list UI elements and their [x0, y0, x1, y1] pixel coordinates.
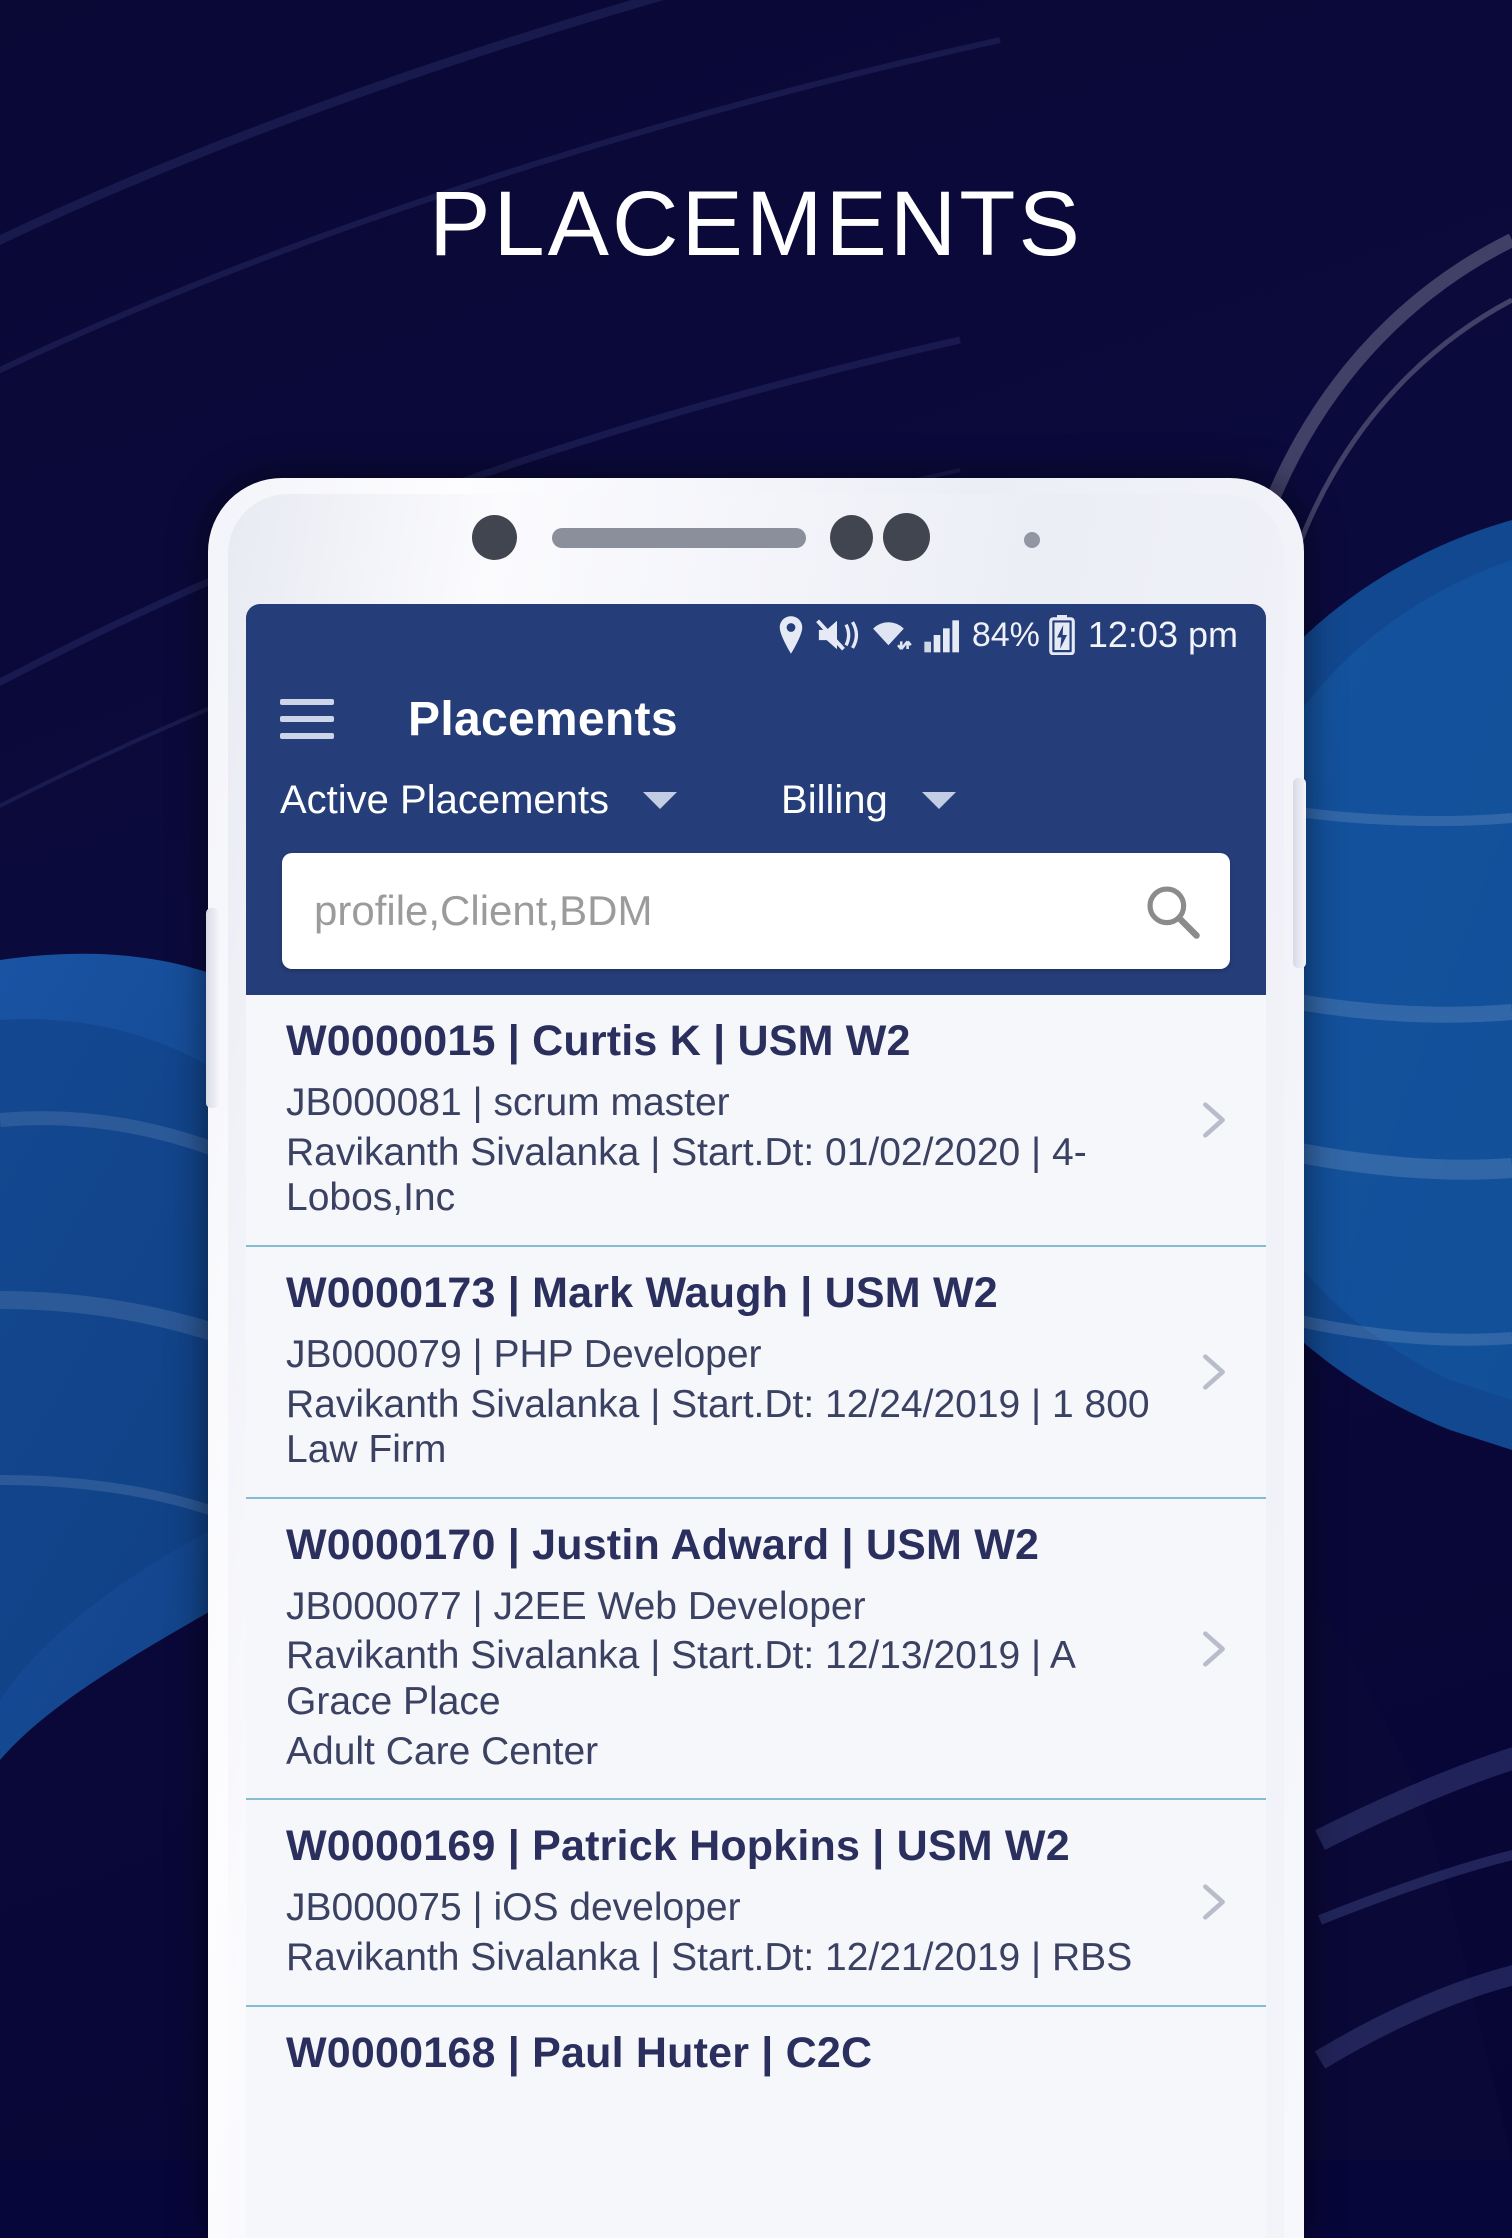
filter-status-dropdown[interactable]: Active Placements	[280, 778, 678, 823]
chevron-down-icon	[643, 792, 678, 809]
placement-detail-line: JB000079 | PHP Developer	[286, 1332, 762, 1376]
table-row[interactable]: W0000168 | Paul Huter | C2C	[246, 2006, 1266, 2078]
app-bar: Placements Active Placements Billing	[246, 666, 1266, 995]
phone-mockup: 84% 12:03 pm Placements Active Placement…	[206, 478, 1306, 2238]
volume-button[interactable]	[206, 908, 219, 1108]
placement-detail-line: Ravikanth Sivalanka | Start.Dt: 12/24/20…	[286, 1382, 1150, 1472]
wifi-icon	[868, 616, 914, 654]
search-box[interactable]	[282, 853, 1230, 969]
table-row[interactable]: W0000173 | Mark Waugh | USM W2 JB000079 |…	[246, 1246, 1266, 1499]
search-icon[interactable]	[1140, 879, 1204, 943]
placement-title: W0000168 | Paul Huter | C2C	[286, 2028, 873, 2077]
app-bar-top-row: Placements	[246, 666, 1266, 772]
front-camera-secondary-icon	[883, 513, 930, 561]
chevron-right-icon[interactable]	[1190, 1097, 1236, 1143]
placement-title: W0000015 | Curtis K | USM W2	[286, 1017, 911, 1065]
placements-list: W0000015 | Curtis K | USM W2 JB000081 | s…	[246, 995, 1266, 2078]
filter-row: Active Placements Billing	[246, 772, 1266, 823]
search-container	[246, 823, 1266, 969]
phone-top-bezel	[208, 478, 1304, 600]
proximity-sensor-icon	[472, 515, 517, 560]
placement-detail-line: Ravikanth Sivalanka | Start.Dt: 12/21/20…	[286, 1935, 1133, 1979]
page-title: PLACEMENTS	[429, 173, 1083, 275]
table-row[interactable]: W0000169 | Patrick Hopkins | USM W2 JB000…	[246, 1800, 1266, 2007]
chevron-right-icon[interactable]	[1190, 1349, 1236, 1395]
placement-title: W0000173 | Mark Waugh | USM W2	[286, 1268, 998, 1317]
power-button[interactable]	[1293, 778, 1306, 968]
status-bar-clock: 12:03 pm	[1087, 614, 1238, 655]
status-bar: 84% 12:03 pm	[246, 604, 1266, 666]
phone-screen: 84% 12:03 pm Placements Active Placement…	[246, 604, 1266, 2238]
led-indicator-icon	[1024, 532, 1040, 548]
placement-detail-line: JB000075 | iOS developer	[286, 1886, 741, 1930]
chevron-right-icon[interactable]	[1190, 1879, 1236, 1925]
placement-detail-line: Adult Care Center	[286, 1729, 599, 1773]
filter-billing-dropdown[interactable]: Billing	[781, 778, 956, 823]
filter-status-label: Active Placements	[280, 778, 610, 822]
placement-detail-line: JB000081 | scrum master	[286, 1081, 730, 1124]
battery-percent: 84%	[971, 615, 1040, 654]
hamburger-menu-icon[interactable]	[280, 699, 334, 739]
filter-billing-label: Billing	[781, 778, 888, 822]
placement-detail-line: Ravikanth Sivalanka | Start.Dt: 01/02/20…	[286, 1130, 1087, 1220]
front-camera-icon	[830, 515, 873, 560]
chevron-down-icon	[921, 792, 956, 809]
location-pin-icon	[776, 616, 806, 654]
placement-detail-line: JB000077 | J2EE Web Developer	[286, 1584, 866, 1628]
placement-title: W0000170 | Justin Adward | USM W2	[286, 1520, 1040, 1569]
table-row[interactable]: W0000170 | Justin Adward | USM W2 JB00007…	[246, 1498, 1266, 1801]
chevron-right-icon[interactable]	[1190, 1626, 1236, 1672]
mute-vibrate-icon	[815, 616, 859, 654]
app-bar-title: Placements	[408, 692, 678, 746]
charging-battery-icon	[1049, 615, 1075, 655]
earpiece-speaker-icon	[552, 528, 806, 548]
placement-title: W0000169 | Patrick Hopkins | USM W2	[286, 1822, 1070, 1871]
placement-detail-line: Ravikanth Sivalanka | Start.Dt: 12/13/20…	[286, 1634, 1074, 1723]
search-input[interactable]	[312, 886, 1140, 936]
signal-bars-icon	[923, 616, 963, 654]
table-row[interactable]: W0000015 | Curtis K | USM W2 JB000081 | s…	[246, 995, 1266, 1247]
